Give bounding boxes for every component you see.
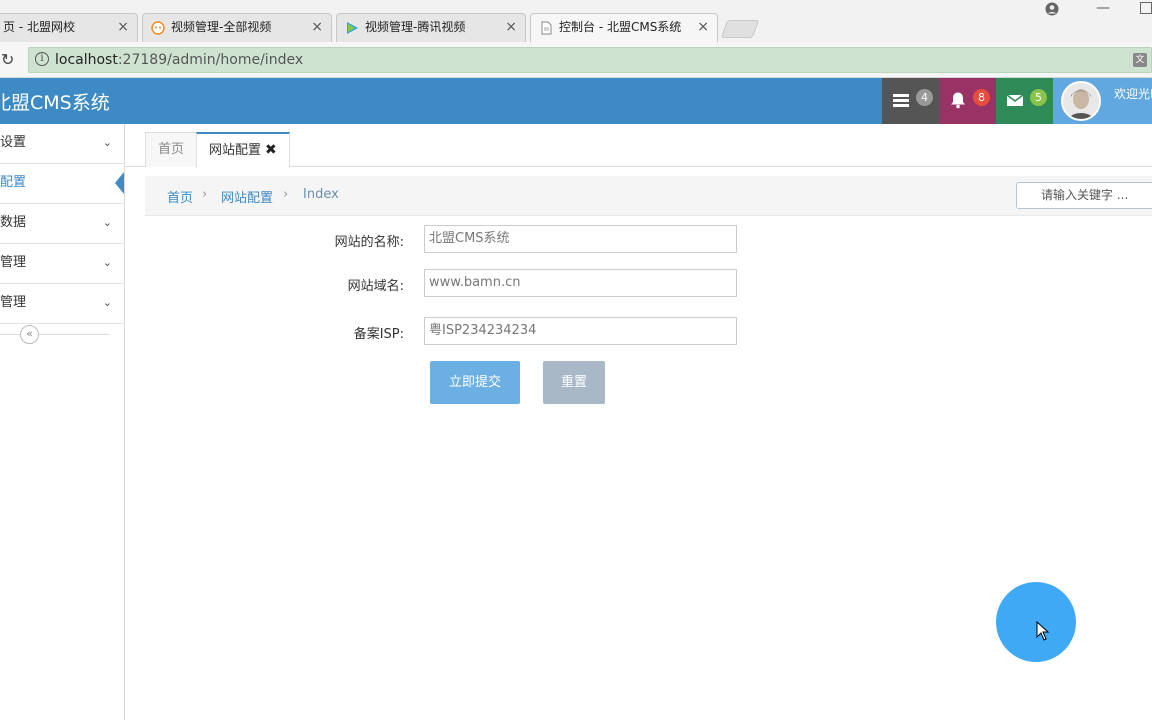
messages-count-badge: 5	[1030, 89, 1047, 106]
info-icon[interactable]: i	[35, 52, 49, 66]
tab-close-icon[interactable]: ×	[505, 14, 517, 41]
new-tab-button[interactable]	[720, 20, 760, 38]
submit-button[interactable]: 立即提交	[430, 361, 520, 404]
address-bar[interactable]: i localhost:27189/admin/home/index 文	[28, 47, 1152, 73]
tab-title: 页 - 北盟网校	[3, 20, 75, 34]
envelope-icon	[1006, 94, 1024, 106]
browser-tab-all-videos[interactable]: 视频管理-全部视频 ×	[142, 13, 332, 42]
breadcrumb-current: Index	[303, 187, 339, 202]
tab-close-icon[interactable]: ×	[697, 14, 709, 41]
divider	[0, 334, 110, 335]
form-row-domain: 网站域名: www.bamn.cn	[145, 269, 845, 297]
maximize-icon[interactable]	[1140, 2, 1152, 14]
url-text[interactable]: localhost:27189/admin/home/index	[55, 52, 303, 68]
tab-title: 视频管理-腾讯视频	[365, 20, 466, 34]
notifications-count-badge: 8	[973, 89, 990, 106]
sidebar: 设置 ⌄ 配置 数据 ⌄ 管理 ⌄ 管理 ⌄ «	[0, 124, 125, 720]
address-row: ↻ i localhost:27189/admin/home/index 文	[0, 42, 1152, 78]
notifications-button[interactable]: 8	[939, 78, 996, 124]
bell-icon	[951, 92, 965, 109]
sidebar-item-label: 管理	[0, 255, 27, 270]
minimize-icon[interactable]: —	[1096, 0, 1110, 16]
sidebar-item-label: 配置	[0, 175, 27, 190]
browser-tabstrip: 页 - 北盟网校 × 视频管理-全部视频 × 视频管理-腾讯视频 × 控制台 -…	[0, 0, 1152, 43]
sidebar-item-manage-1[interactable]: 管理 ⌄	[0, 244, 124, 284]
form-row-site-name: 网站的名称: 北盟CMS系统	[145, 225, 845, 253]
site-name-label: 网站的名称:	[334, 235, 404, 250]
brand-title: 北盟CMS系统	[0, 92, 110, 114]
account-icon[interactable]	[1045, 2, 1059, 16]
tab-site-config[interactable]: 网站配置 ✖	[196, 132, 290, 168]
sidebar-item-label: 数据	[0, 215, 27, 230]
reset-button[interactable]: 重置	[543, 361, 605, 404]
app-header: 北盟CMS系统 4 8 5 欢迎光临	[0, 78, 1152, 124]
tab-home-label: 首页	[158, 142, 185, 157]
tab-title: 控制台 - 北盟CMS系统	[559, 20, 682, 34]
site-name-field[interactable]: 北盟CMS系统	[424, 225, 737, 253]
avatar[interactable]	[1061, 81, 1101, 121]
document-icon	[541, 21, 552, 35]
browser-tab-beimeng[interactable]: 页 - 北盟网校 ×	[0, 13, 138, 42]
sidebar-item-config[interactable]: 配置	[0, 164, 124, 204]
reload-icon[interactable]: ↻	[1, 50, 14, 69]
active-marker	[115, 172, 124, 194]
tasks-count-badge: 4	[916, 89, 933, 106]
isp-label: 备案ISP:	[353, 327, 404, 342]
tab-title: 视频管理-全部视频	[171, 20, 272, 34]
close-icon[interactable]: ✖	[265, 142, 277, 158]
form-row-isp: 备案ISP: 粤ISP234234234	[145, 317, 845, 345]
chevron-down-icon: ⌄	[102, 136, 112, 149]
tab-close-icon[interactable]: ×	[311, 14, 323, 41]
translate-icon[interactable]: 文	[1133, 53, 1147, 67]
chevron-down-icon: ⌄	[102, 216, 112, 229]
tasks-icon	[893, 94, 909, 107]
browser-tab-console[interactable]: 控制台 - 北盟CMS系统 ×	[530, 13, 718, 43]
messages-button[interactable]: 5	[996, 78, 1053, 124]
breadcrumb-site-config[interactable]: 网站配置	[221, 187, 273, 206]
domain-label: 网站域名:	[347, 279, 404, 294]
mouse-cursor-icon	[1036, 621, 1050, 641]
sidebar-item-settings[interactable]: 设置 ⌄	[0, 124, 124, 164]
browser-tab-tencent-videos[interactable]: 视频管理-腾讯视频 ×	[336, 13, 526, 42]
tab-site-config-label: 网站配置	[209, 143, 262, 158]
tab-close-icon[interactable]: ×	[117, 14, 129, 41]
welcome-text: 欢迎光临	[1114, 87, 1152, 101]
breadcrumb-separator: ›	[202, 187, 208, 202]
chevron-down-icon: ⌄	[102, 296, 112, 309]
breadcrumb-home[interactable]: 首页	[167, 187, 193, 206]
avatar-icon	[1063, 83, 1099, 119]
user-menu[interactable]: 欢迎光临	[1053, 78, 1152, 124]
tab-home[interactable]: 首页	[145, 132, 198, 167]
content-tabs: 首页 网站配置 ✖	[125, 124, 1152, 168]
chevron-down-icon: ⌄	[102, 256, 112, 269]
isp-field[interactable]: 粤ISP234234234	[424, 317, 737, 345]
sidebar-item-label: 设置	[0, 135, 27, 150]
sidebar-item-label: 管理	[0, 295, 27, 310]
bilibili-icon	[151, 21, 165, 35]
tasks-button[interactable]: 4	[882, 78, 939, 124]
breadcrumb-separator: ›	[283, 187, 289, 202]
sidebar-item-manage-2[interactable]: 管理 ⌄	[0, 284, 124, 324]
sidebar-item-data[interactable]: 数据 ⌄	[0, 204, 124, 244]
collapse-sidebar-button[interactable]: «	[20, 325, 39, 344]
search-input[interactable]: 请输入关键字 ...	[1016, 182, 1152, 209]
tencent-video-icon	[347, 22, 358, 34]
domain-field[interactable]: www.bamn.cn	[424, 269, 737, 297]
breadcrumb: 首页 › 网站配置 › Index 请输入关键字 ...	[145, 176, 1152, 216]
